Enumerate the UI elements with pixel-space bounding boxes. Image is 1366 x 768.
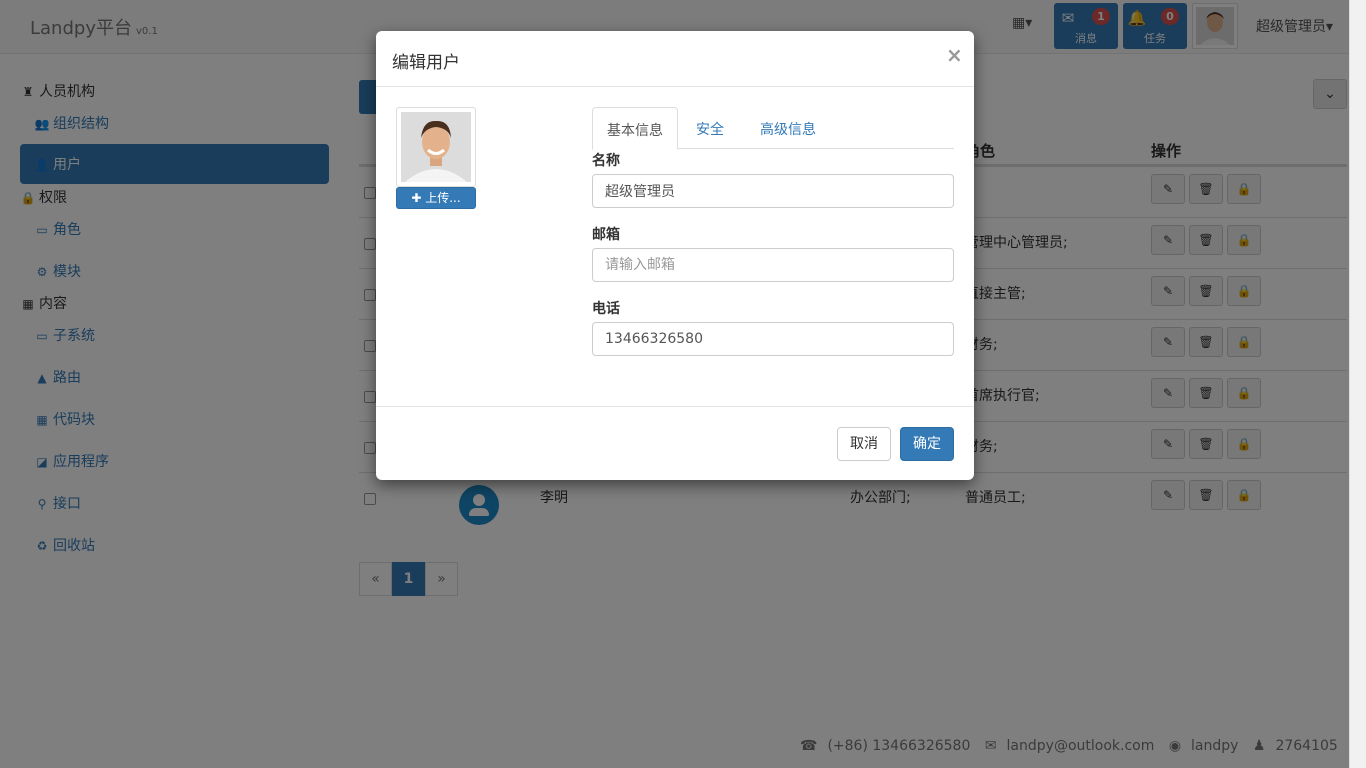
- phone-label: 电话: [592, 301, 620, 317]
- modal-tabs: 基本信息 安全 高级信息: [592, 107, 954, 150]
- profile-image: [401, 112, 471, 182]
- name-label: 名称: [592, 153, 620, 169]
- edit-user-modal: 编辑用户 × ✚ 上传... 基本信息 安全 高级信息 名称 邮箱 电话 取消 …: [376, 31, 974, 480]
- email-input[interactable]: [592, 248, 954, 282]
- modal-footer: 取消 确定: [376, 406, 974, 480]
- email-label: 邮箱: [592, 227, 620, 243]
- cancel-button[interactable]: 取消: [837, 427, 891, 461]
- phone-input[interactable]: [592, 322, 954, 356]
- tab-security[interactable]: 安全: [682, 107, 738, 149]
- name-input[interactable]: [592, 174, 954, 208]
- tab-basic-info[interactable]: 基本信息: [592, 107, 678, 150]
- close-icon[interactable]: ×: [946, 43, 963, 67]
- tab-advanced-info[interactable]: 高级信息: [746, 107, 830, 149]
- modal-header: 编辑用户 ×: [376, 31, 974, 87]
- scrollbar[interactable]: [1349, 0, 1366, 768]
- confirm-button[interactable]: 确定: [900, 427, 954, 461]
- modal-title: 编辑用户: [392, 53, 460, 73]
- user-photo: [396, 107, 476, 187]
- upload-button[interactable]: ✚ 上传...: [396, 187, 476, 209]
